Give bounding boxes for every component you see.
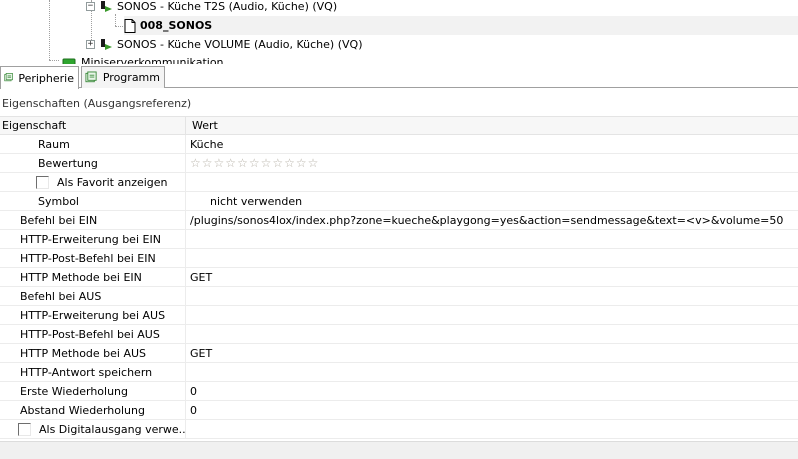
programm-icon: [85, 70, 97, 82]
project-tree: − SONOS - Küche T2S (Audio, Küche) (VQ) …: [0, 0, 798, 64]
tab-label: Peripherie: [18, 71, 74, 85]
grid-header: Eigenschaft Wert: [0, 116, 798, 135]
property-row-http-post-aus[interactable]: HTTP-Post-Befehl bei AUS: [0, 325, 798, 344]
property-value[interactable]: 0: [186, 401, 798, 419]
star-icon[interactable]: ☆: [284, 157, 295, 169]
column-header-value[interactable]: Wert: [186, 117, 798, 134]
property-name: HTTP-Antwort speichern: [0, 363, 186, 381]
tree-item-label: SONOS - Küche VOLUME (Audio, Küche) (VQ): [117, 38, 363, 51]
star-icon[interactable]: ☆: [237, 157, 248, 169]
star-icon[interactable]: ☆: [225, 157, 236, 169]
property-row-http-methode-aus[interactable]: HTTP Methode bei AUS GET: [0, 344, 798, 363]
property-row-http-antwort-speichern[interactable]: HTTP-Antwort speichern: [0, 363, 798, 382]
property-value[interactable]: [186, 325, 798, 343]
property-name: Befehl bei AUS: [0, 287, 186, 305]
property-value[interactable]: Küche: [186, 135, 798, 153]
checkbox-label: Als Favorit anzeigen: [57, 175, 168, 189]
property-row-http-post-ein[interactable]: HTTP-Post-Befehl bei EIN: [0, 249, 798, 268]
property-value[interactable]: [186, 420, 798, 438]
property-name: Bewertung: [0, 154, 186, 172]
property-row-als-favorit[interactable]: Als Favorit anzeigen: [0, 173, 798, 192]
tab-peripherie[interactable]: Peripherie: [0, 66, 79, 89]
property-name: HTTP-Post-Befehl bei EIN: [0, 249, 186, 267]
property-name: Abstand Wiederholung: [0, 401, 186, 419]
property-row-bewertung[interactable]: Bewertung ☆ ☆ ☆ ☆ ☆ ☆ ☆ ☆ ☆ ☆ ☆: [0, 154, 798, 173]
property-grid: Eigenschaft Wert Raum Küche Bewertung ☆ …: [0, 116, 798, 439]
output-icon: [101, 0, 112, 12]
property-row-raum[interactable]: Raum Küche: [0, 135, 798, 154]
property-value[interactable]: [186, 363, 798, 381]
tab-label: Programm: [102, 71, 160, 84]
star-icon[interactable]: ☆: [202, 157, 213, 169]
property-name: Symbol: [0, 192, 186, 210]
tree-guide-line: [49, 0, 50, 60]
property-value[interactable]: GET: [186, 344, 798, 362]
star-icon[interactable]: ☆: [190, 157, 201, 169]
property-value[interactable]: [186, 230, 798, 248]
peripherie-icon: [4, 73, 13, 82]
property-name: Als Digitalausgang verwe...: [0, 420, 186, 438]
tree-guide-line: [115, 26, 123, 27]
tree-item-sonos-volume[interactable]: + SONOS - Küche VOLUME (Audio, Küche) (V…: [86, 35, 362, 54]
digitalausgang-checkbox[interactable]: [18, 422, 31, 436]
output-icon: [101, 38, 112, 50]
collapse-icon[interactable]: −: [86, 2, 95, 11]
document-icon: [124, 18, 136, 33]
property-value[interactable]: /plugins/sonos4lox/index.php?zone=kueche…: [186, 211, 798, 229]
tree-guide-line: [49, 60, 59, 61]
tree-item-008-sonos[interactable]: 008_SONOS: [124, 16, 798, 35]
property-name: Befehl bei EIN: [0, 211, 186, 229]
horizontal-scrollbar[interactable]: [0, 441, 798, 459]
property-name: HTTP-Post-Befehl bei AUS: [0, 325, 186, 343]
property-value[interactable]: GET: [186, 268, 798, 286]
property-value[interactable]: nicht verwenden: [186, 192, 798, 210]
tab-programm[interactable]: Programm: [81, 66, 165, 88]
column-header-property[interactable]: Eigenschaft: [0, 117, 186, 134]
property-row-befehl-bei-aus[interactable]: Befehl bei AUS: [0, 287, 798, 306]
property-value[interactable]: 0: [186, 382, 798, 400]
tab-bar: Peripherie Programm: [0, 64, 798, 89]
star-icon[interactable]: ☆: [214, 157, 225, 169]
star-icon[interactable]: ☆: [249, 157, 260, 169]
property-value[interactable]: [186, 249, 798, 267]
tree-item-label: Miniserverkommunikation: [81, 56, 224, 64]
properties-title: Eigenschaften (Ausgangsreferenz): [2, 96, 192, 110]
property-name: HTTP Methode bei EIN: [0, 268, 186, 286]
star-icon[interactable]: ☆: [272, 157, 283, 169]
property-name: Als Favorit anzeigen: [0, 173, 186, 191]
star-icon[interactable]: ☆: [261, 157, 272, 169]
star-icon[interactable]: ☆: [296, 157, 307, 169]
property-value[interactable]: [186, 306, 798, 324]
property-row-symbol[interactable]: Symbol nicht verwenden: [0, 192, 798, 211]
tree-item-label: 008_SONOS: [140, 19, 213, 32]
server-icon: [62, 58, 76, 64]
star-icon[interactable]: ☆: [308, 157, 319, 169]
property-row-http-erweiterung-aus[interactable]: HTTP-Erweiterung bei AUS: [0, 306, 798, 325]
tree-item-label: SONOS - Küche T2S (Audio, Küche) (VQ): [117, 0, 338, 13]
rating-stars[interactable]: ☆ ☆ ☆ ☆ ☆ ☆ ☆ ☆ ☆ ☆ ☆: [190, 157, 318, 169]
property-row-http-methode-ein[interactable]: HTTP Methode bei EIN GET: [0, 268, 798, 287]
property-row-befehl-bei-ein[interactable]: Befehl bei EIN /plugins/sonos4lox/index.…: [0, 211, 798, 230]
property-row-erste-wiederholung[interactable]: Erste Wiederholung 0: [0, 382, 798, 401]
property-name: Raum: [0, 135, 186, 153]
rating-value[interactable]: ☆ ☆ ☆ ☆ ☆ ☆ ☆ ☆ ☆ ☆ ☆: [186, 154, 798, 172]
checkbox-label: Als Digitalausgang verwe...: [39, 422, 186, 436]
property-name: HTTP Methode bei AUS: [0, 344, 186, 362]
tree-item-miniserverkommunikation[interactable]: Miniserverkommunikation: [61, 53, 224, 64]
favorit-checkbox[interactable]: [36, 175, 49, 189]
property-name: HTTP-Erweiterung bei EIN: [0, 230, 186, 248]
tree-item-sonos-t2s[interactable]: − SONOS - Küche T2S (Audio, Küche) (VQ): [86, 0, 337, 16]
property-name: HTTP-Erweiterung bei AUS: [0, 306, 186, 324]
property-value[interactable]: [186, 287, 798, 305]
property-name: Erste Wiederholung: [0, 382, 186, 400]
expand-icon[interactable]: +: [86, 40, 95, 49]
property-row-abstand-wiederholung[interactable]: Abstand Wiederholung 0: [0, 401, 798, 420]
property-row-als-digitalausgang[interactable]: Als Digitalausgang verwe...: [0, 420, 798, 439]
property-value[interactable]: [186, 173, 798, 191]
property-row-http-erweiterung-ein[interactable]: HTTP-Erweiterung bei EIN: [0, 230, 798, 249]
